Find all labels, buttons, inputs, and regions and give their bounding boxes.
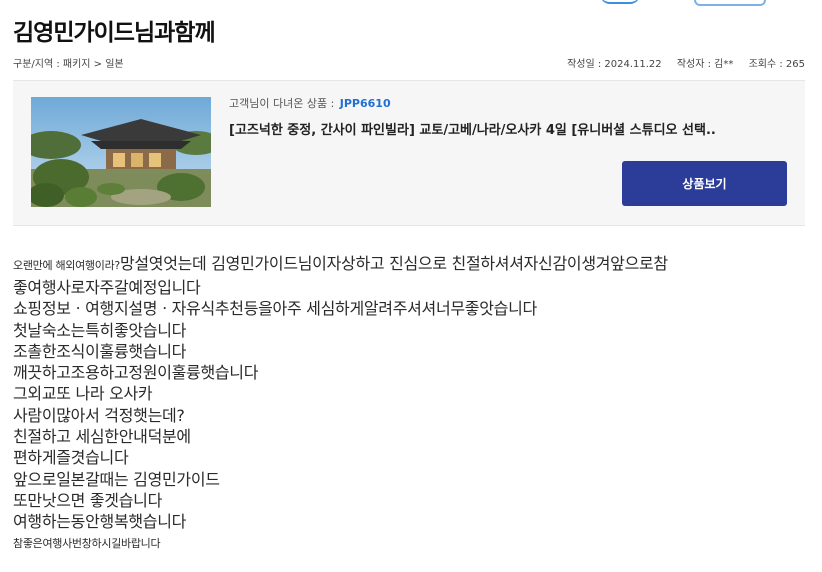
product-info: 고객님이 다녀온 상품 : JPP6610 [고즈넉한 중정, 간사이 파인빌라… (229, 95, 716, 138)
review-line: 친절하고 세심한안내덕분에 (13, 427, 191, 447)
review-line: 또만낫으면 좋겟습니다 (13, 490, 162, 510)
post-info: 작성일 : 2024.11.22 작성자 : 김** 조회수 : 265 (567, 55, 805, 70)
post-author: 작성자 : 김** (676, 59, 734, 70)
review-body: 오랜만에 해외여행이라?망설엿엇는데 김영민가이드님이자상하고 진심으로 친절하… (13, 253, 803, 554)
review-intro-rest: 망설엿엇는데 김영민가이드님이자상하고 진심으로 친절하셔셔자신감이생겨앞으로참 (119, 254, 668, 273)
header-button-edge (694, 0, 766, 6)
product-card: 고객님이 다녀온 상품 : JPP6610 [고즈넉한 중정, 간사이 파인빌라… (13, 80, 805, 226)
view-product-button[interactable]: 상품보기 (622, 161, 787, 206)
review-line: 여행하는동안행복햇습니다 (13, 512, 187, 532)
review-line: 쇼핑정보ㆍ여행지설명ㆍ자유식추천등을아주 세심하게알려주셔셔너무좋앗습니다 (13, 299, 537, 319)
post-date: 작성일 : 2024.11.22 (567, 59, 662, 70)
page-title: 김영민가이드님과함께 (13, 20, 216, 46)
post-views: 조회수 : 265 (748, 59, 805, 70)
review-line: 조촐한조식이훌륭햇습니다 (13, 341, 187, 361)
review-line: 좋여행사로자주갈예정입니다 (13, 278, 201, 297)
temple-garden-photo[interactable] (31, 97, 211, 207)
review-closing: 참좋은여행사번창하시길바랍니다 (13, 536, 161, 550)
product-code: JPP6610 (339, 97, 391, 110)
review-line: 앞으로일본갈때는 김영민가이드 (13, 469, 220, 489)
top-decoration (0, 0, 822, 10)
review-line: 오랜만에 해외여행이라?망설엿엇는데 김영민가이드님이자상하고 진심으로 친절하… (13, 253, 803, 277)
visited-label: 고객님이 다녀온 상품 : (229, 97, 335, 110)
breadcrumb: 구분/지역 : 패키지 > 일본 (13, 59, 124, 70)
review-line: 첫날숙소는특히좋앗습니다 (13, 320, 187, 340)
review-line: 깨끗하고조용하고정원이훌륭햇습니다 (13, 363, 259, 383)
review-line: 사람이많아서 걱정햇는데? (13, 405, 185, 425)
visited-line: 고객님이 다녀온 상품 : JPP6610 (229, 95, 716, 111)
product-name-link[interactable]: [고즈넉한 중정, 간사이 파인빌라] 교토/고베/나라/오사카 4일 [유니버… (229, 119, 716, 138)
review-intro-small: 오랜만에 해외여행이라? (13, 259, 120, 272)
header-curve-decoration (600, 0, 640, 4)
post-meta: 구분/지역 : 패키지 > 일본 작성일 : 2024.11.22 작성자 : … (13, 55, 805, 70)
review-line: 그외교또 나라 오사카 (13, 384, 153, 404)
review-line: 편하게즐겻습니다 (13, 448, 129, 468)
